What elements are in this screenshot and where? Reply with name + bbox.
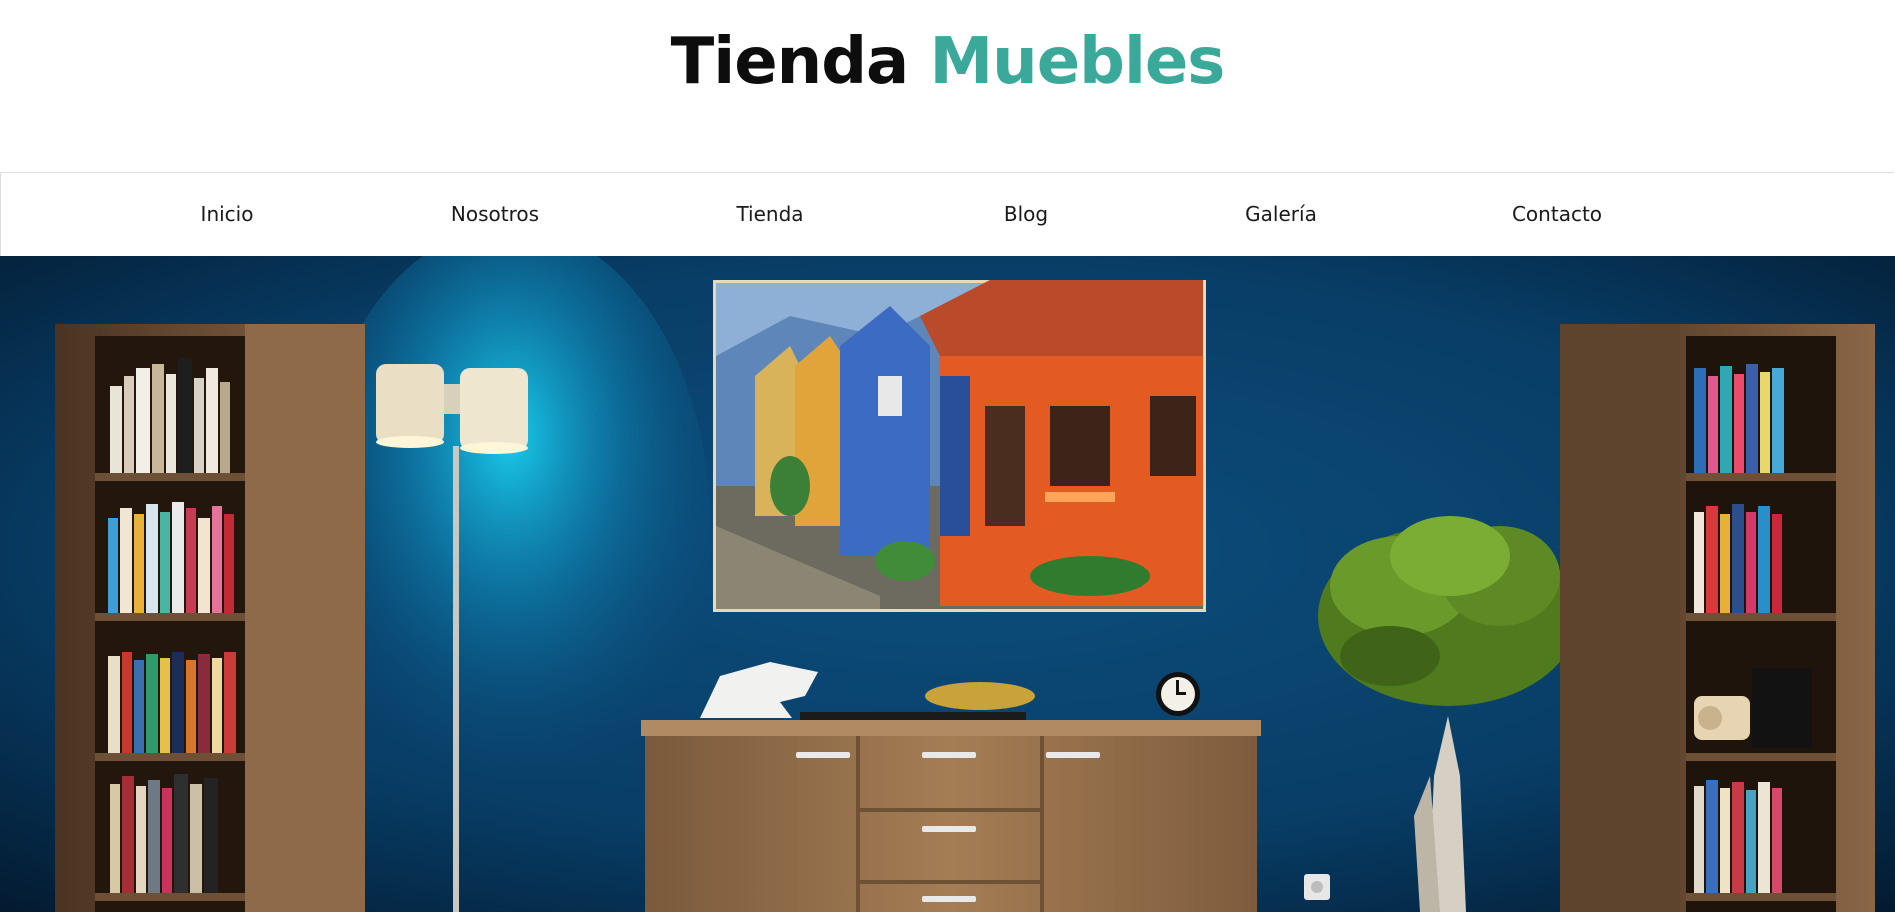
nav-link-galeria[interactable]: Galería xyxy=(1245,173,1317,256)
left-bookshelf xyxy=(55,324,365,912)
nav-link-inicio[interactable]: Inicio xyxy=(201,173,254,256)
nav-link-contacto[interactable]: Contacto xyxy=(1512,173,1602,256)
sideboard xyxy=(641,662,1261,912)
nav-link-tienda[interactable]: Tienda xyxy=(736,173,803,256)
nav-link-blog[interactable]: Blog xyxy=(1004,173,1048,256)
site-header: Tienda Muebles xyxy=(0,0,1895,172)
right-bookshelf xyxy=(1560,324,1875,912)
logo-word-muebles: Muebles xyxy=(929,25,1225,99)
logo-word-tienda: Tienda xyxy=(670,25,910,99)
site-logo[interactable]: Tienda Muebles xyxy=(0,22,1895,102)
main-navigation: Inicio Nosotros Tienda Blog Galería Cont… xyxy=(0,172,1894,257)
hero-image xyxy=(0,256,1895,912)
nav-link-nosotros[interactable]: Nosotros xyxy=(451,173,539,256)
living-room-photo xyxy=(0,256,1895,912)
wall-painting xyxy=(713,280,1206,612)
